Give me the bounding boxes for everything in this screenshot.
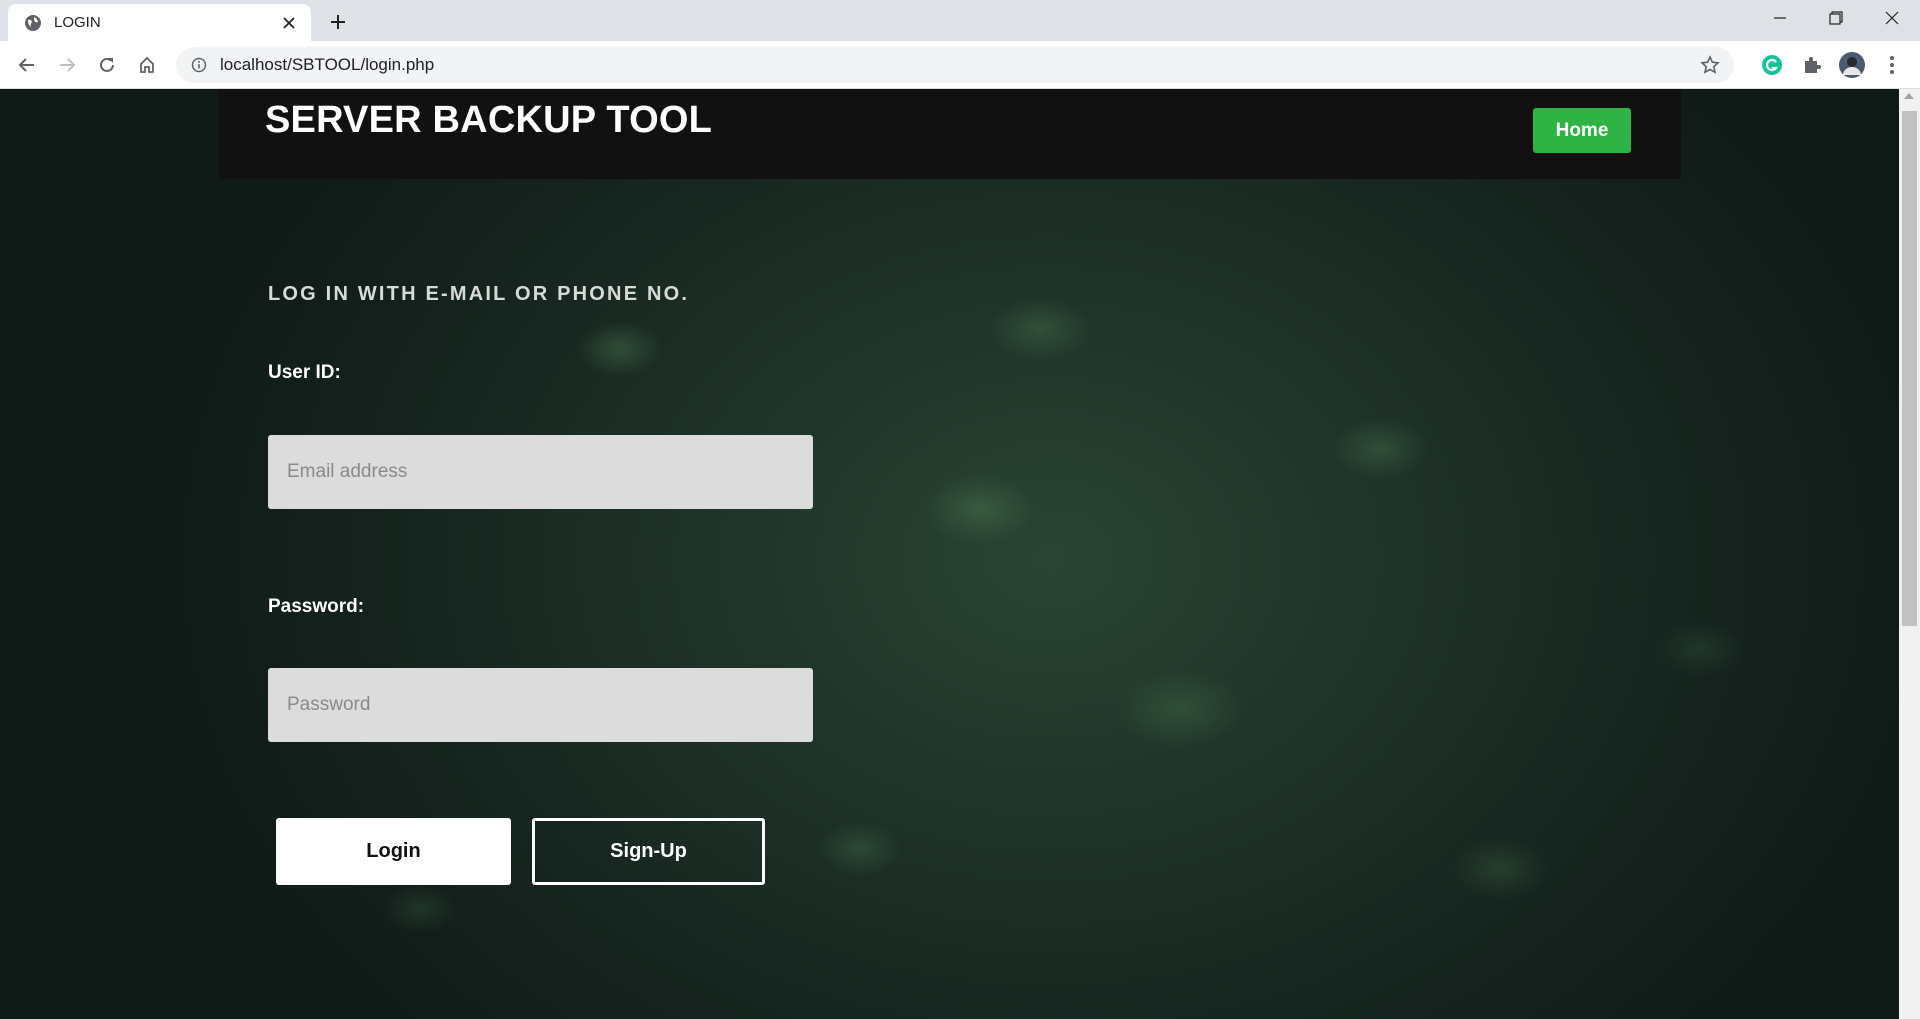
url-text: localhost/SBTOOL/login.php: [220, 55, 435, 74]
more-menu-icon[interactable]: [1879, 52, 1905, 78]
password-label: Password:: [268, 596, 365, 617]
forward-icon[interactable]: [52, 50, 82, 80]
user-id-label: User ID:: [268, 362, 341, 383]
reload-icon[interactable]: [92, 50, 122, 80]
close-window-icon[interactable]: [1864, 0, 1920, 36]
page-viewport: SERVER BACKUP TOOL Home LOG IN WITH E-MA…: [0, 89, 1899, 1019]
grammarly-icon[interactable]: [1759, 52, 1785, 78]
globe-icon: [24, 14, 42, 32]
new-tab-icon[interactable]: [324, 8, 352, 36]
extensions-puzzle-icon[interactable]: [1799, 52, 1825, 78]
close-tab-icon[interactable]: [277, 11, 301, 35]
info-icon[interactable]: [190, 56, 208, 74]
tab-strip: LOGIN: [0, 0, 1920, 41]
scroll-up-icon[interactable]: [1904, 93, 1914, 99]
email-field[interactable]: [268, 435, 813, 509]
password-field[interactable]: [268, 668, 813, 742]
browser-toolbar: localhost/SBTOOL/login.php: [0, 41, 1920, 89]
signup-button[interactable]: Sign-Up: [532, 818, 765, 885]
login-button[interactable]: Login: [276, 818, 511, 885]
bookmark-star-icon[interactable]: [1700, 55, 1720, 75]
tab-title: LOGIN: [54, 14, 101, 31]
site-header: SERVER BACKUP TOOL Home: [218, 89, 1681, 179]
back-icon[interactable]: [12, 50, 42, 80]
browser-tab[interactable]: LOGIN: [8, 4, 311, 41]
site-title: SERVER BACKUP TOOL: [265, 99, 713, 141]
login-heading: LOG IN WITH E-MAIL OR PHONE NO.: [268, 283, 690, 305]
home-button[interactable]: Home: [1533, 108, 1631, 153]
scroll-thumb[interactable]: [1902, 111, 1917, 626]
window-controls: [1752, 0, 1920, 36]
restore-icon[interactable]: [1808, 0, 1864, 36]
home-icon[interactable]: [132, 50, 162, 80]
page-scrollbar[interactable]: [1899, 89, 1920, 1019]
profile-avatar[interactable]: [1839, 52, 1865, 78]
minimize-icon[interactable]: [1752, 0, 1808, 36]
address-bar[interactable]: localhost/SBTOOL/login.php: [176, 47, 1734, 83]
